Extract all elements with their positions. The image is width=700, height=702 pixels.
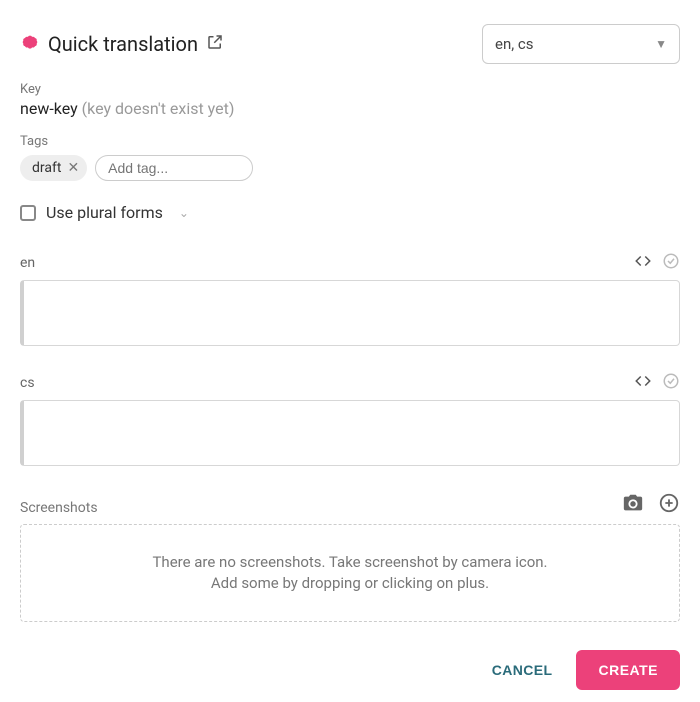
dropzone-line1: There are no screenshots. Take screensho… bbox=[152, 552, 547, 573]
plural-forms-row: Use plural forms ⌄ bbox=[20, 203, 680, 222]
dialog-footer: CANCEL CREATE bbox=[20, 650, 680, 690]
dropzone-line2: Add some by dropping or clicking on plus… bbox=[211, 573, 489, 594]
language-select[interactable]: en, cs ▼ bbox=[482, 24, 680, 64]
screenshots-label: Screenshots bbox=[20, 500, 98, 516]
language-tools bbox=[634, 252, 680, 274]
tag-chip: draft ✕ bbox=[20, 155, 87, 181]
logo-icon bbox=[20, 34, 40, 54]
dialog-header: Quick translation en, cs ▼ bbox=[20, 24, 680, 64]
tag-chip-label: draft bbox=[32, 160, 61, 176]
check-circle-icon[interactable] bbox=[662, 252, 680, 274]
language-code: en bbox=[20, 255, 35, 271]
create-button[interactable]: CREATE bbox=[576, 650, 680, 690]
camera-icon[interactable] bbox=[622, 492, 644, 518]
title-group: Quick translation bbox=[20, 32, 224, 56]
language-header-cs: cs bbox=[20, 372, 680, 394]
tags-row: draft ✕ bbox=[20, 155, 680, 181]
key-value-row: new-key (key doesn't exist yet) bbox=[20, 99, 680, 118]
screenshots-dropzone[interactable]: There are no screenshots. Take screensho… bbox=[20, 524, 680, 622]
translation-input-cs[interactable] bbox=[20, 400, 680, 466]
remove-tag-icon[interactable]: ✕ bbox=[65, 161, 81, 175]
chevron-down-icon: ▼ bbox=[655, 37, 667, 51]
screenshots-actions bbox=[622, 492, 680, 518]
language-select-value: en, cs bbox=[495, 35, 534, 53]
language-code: cs bbox=[20, 375, 35, 391]
plural-checkbox[interactable] bbox=[20, 205, 36, 221]
code-icon[interactable] bbox=[634, 252, 652, 274]
language-header-en: en bbox=[20, 252, 680, 274]
plural-label: Use plural forms bbox=[46, 203, 163, 222]
key-hint: (key doesn't exist yet) bbox=[82, 99, 235, 118]
cancel-button[interactable]: CANCEL bbox=[486, 661, 559, 679]
add-tag-input[interactable] bbox=[95, 155, 253, 181]
chevron-down-icon[interactable]: ⌄ bbox=[179, 206, 189, 220]
dialog-title: Quick translation bbox=[48, 32, 198, 56]
key-label: Key bbox=[20, 82, 680, 97]
tags-section: Tags draft ✕ bbox=[20, 134, 680, 181]
check-circle-icon[interactable] bbox=[662, 372, 680, 394]
language-tools bbox=[634, 372, 680, 394]
code-icon[interactable] bbox=[634, 372, 652, 394]
key-value: new-key bbox=[20, 99, 78, 118]
screenshots-header: Screenshots bbox=[20, 492, 680, 518]
open-external-icon[interactable] bbox=[206, 33, 224, 55]
add-screenshot-icon[interactable] bbox=[658, 492, 680, 518]
key-section: Key new-key (key doesn't exist yet) bbox=[20, 82, 680, 118]
tags-label: Tags bbox=[20, 134, 680, 149]
translation-input-en[interactable] bbox=[20, 280, 680, 346]
